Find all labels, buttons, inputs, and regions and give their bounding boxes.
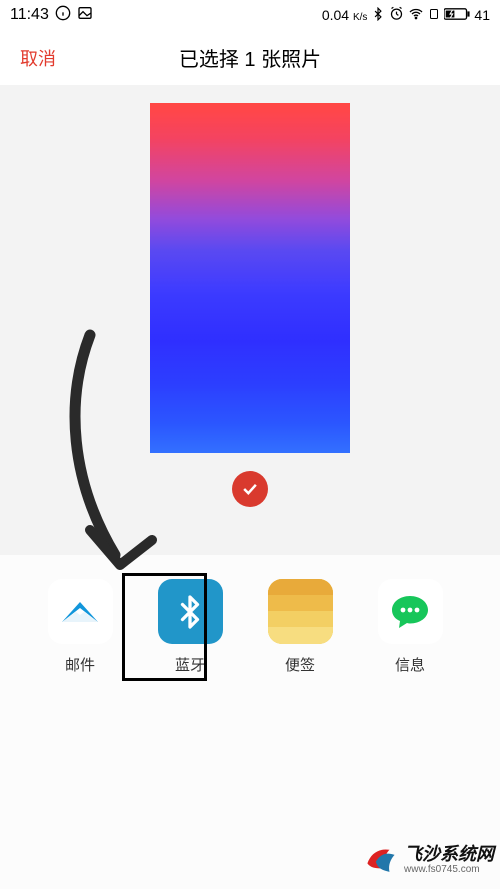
messages-icon <box>378 579 443 644</box>
notes-icon <box>268 579 333 644</box>
share-item-notes[interactable]: 便签 <box>260 579 340 675</box>
watermark-sub: www.fs0745.com <box>404 864 494 875</box>
watermark: 飞沙系统网 www.fs0745.com <box>364 843 494 877</box>
share-item-bluetooth[interactable]: 蓝牙 <box>150 579 230 675</box>
watermark-title: 飞沙系统网 <box>404 845 494 865</box>
status-left: 11:43 <box>10 5 93 26</box>
share-item-messages[interactable]: 信息 <box>370 579 450 675</box>
header: 取消 已选择 1 张照片 <box>0 30 500 85</box>
image-icon <box>77 5 93 26</box>
share-row: 邮件 蓝牙 便签 <box>0 579 500 675</box>
share-label-bluetooth: 蓝牙 <box>175 654 205 675</box>
status-right: 0.04 K/s 41 <box>322 6 490 25</box>
battery-icon <box>444 7 470 24</box>
share-label-mail: 邮件 <box>65 654 95 675</box>
share-label-messages: 信息 <box>395 654 425 675</box>
bluetooth-icon <box>371 7 385 24</box>
page-title: 已选择 1 张照片 <box>0 43 500 72</box>
watermark-logo-icon <box>364 843 398 877</box>
bluetooth-app-icon <box>158 579 223 644</box>
info-icon <box>55 5 71 26</box>
preview-area <box>0 85 500 555</box>
wifi-icon <box>408 6 424 25</box>
share-panel: 邮件 蓝牙 便签 <box>0 555 500 889</box>
status-time: 11:43 <box>10 6 49 24</box>
alarm-icon <box>389 6 404 24</box>
battery-level: 41 <box>474 7 490 23</box>
share-item-mail[interactable]: 邮件 <box>40 579 120 675</box>
status-bar: 11:43 0.04 K/s 41 <box>0 0 500 30</box>
selected-check-icon[interactable] <box>232 471 268 507</box>
photo-thumbnail[interactable] <box>150 103 350 453</box>
share-label-notes: 便签 <box>285 654 315 675</box>
mail-icon <box>48 579 113 644</box>
network-speed: 0.04 K/s <box>322 7 368 23</box>
sim-icon <box>428 7 440 24</box>
cancel-button[interactable]: 取消 <box>20 45 56 71</box>
